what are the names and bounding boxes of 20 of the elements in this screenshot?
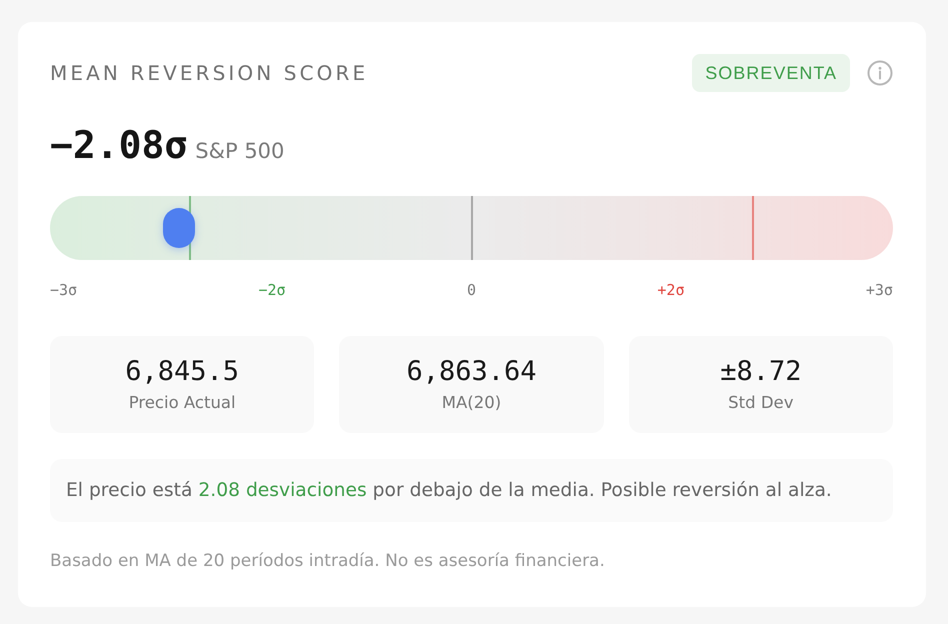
stat-value: 6,863.64 — [406, 356, 537, 388]
card-title: MEAN REVERSION SCORE — [50, 61, 368, 85]
disclaimer-text: Basado en MA de 20 períodos intradía. No es asesoría financiera. — [50, 550, 606, 572]
threshold-line — [752, 196, 754, 260]
scale-label: +3σ — [866, 280, 893, 300]
status-badge: SOBREVENTA — [692, 54, 850, 92]
stat-value: ±8.72 — [720, 356, 802, 388]
info-icon[interactable] — [867, 60, 893, 86]
scale-label: 0 — [466, 280, 476, 300]
scale-label: +2σ — [657, 280, 684, 300]
index-name: S&P 500 — [195, 139, 284, 163]
score-value: −2.08σ — [50, 122, 188, 168]
threshold-line — [470, 196, 472, 260]
scale-label: −3σ — [50, 280, 78, 300]
scale-label: −2σ — [258, 280, 286, 300]
stat-label: MA(20) — [442, 392, 502, 414]
message-text: El precio está 2.08 desviaciones por debajo de la media. Posible reversión al alza. — [66, 480, 832, 501]
stat-label: Std Dev — [728, 392, 794, 414]
stat-label: Precio Actual — [128, 392, 236, 414]
stat-value: 6,845.5 — [125, 356, 240, 388]
